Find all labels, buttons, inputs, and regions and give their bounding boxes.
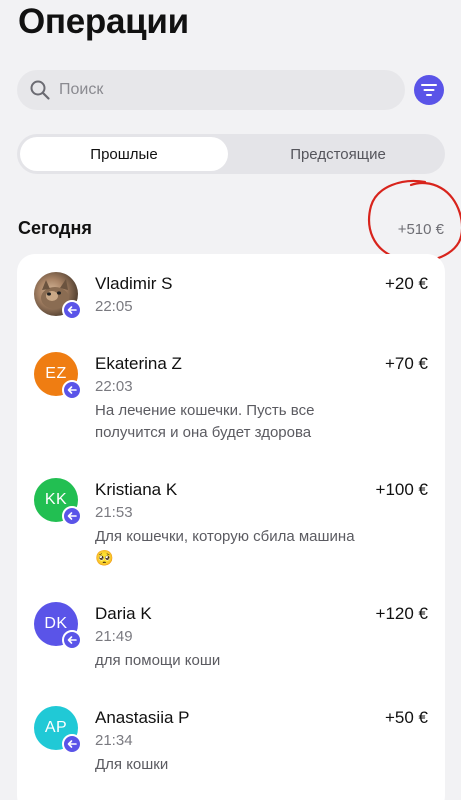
page-title: Операции bbox=[18, 2, 189, 41]
transaction-comment: Для кошки bbox=[95, 756, 169, 773]
arrow-left-icon bbox=[67, 386, 77, 394]
tab-upcoming[interactable]: Предстоящие bbox=[234, 137, 442, 171]
tab-past[interactable]: Прошлые bbox=[20, 137, 228, 171]
arrow-left-icon bbox=[67, 512, 77, 520]
transaction-comment: На лечение кошечки. Пусть все получится … bbox=[95, 402, 315, 441]
arrow-left-icon bbox=[67, 740, 77, 748]
search-box[interactable] bbox=[17, 70, 405, 110]
filter-icon bbox=[421, 84, 437, 96]
search-input[interactable] bbox=[59, 81, 359, 99]
transaction-amount: +70 € bbox=[384, 354, 428, 373]
transaction-time: 22:05 bbox=[95, 298, 133, 315]
arrow-left-icon bbox=[67, 306, 77, 314]
section-total: +510 € bbox=[397, 221, 444, 238]
transaction-time: 22:03 bbox=[95, 378, 133, 395]
incoming-badge bbox=[62, 300, 82, 320]
transaction-amount: +50 € bbox=[384, 708, 428, 727]
transaction-name: Kristiana K bbox=[95, 480, 178, 499]
transaction-time: 21:34 bbox=[95, 732, 133, 749]
arrow-left-icon bbox=[67, 636, 77, 644]
incoming-badge bbox=[62, 380, 82, 400]
transaction-name: Vladimir S bbox=[95, 274, 173, 293]
transaction-time: 21:53 bbox=[95, 504, 133, 521]
transaction-name: Daria K bbox=[95, 604, 152, 623]
incoming-badge bbox=[62, 734, 82, 754]
transaction-comment: для помощи коши bbox=[95, 652, 221, 669]
incoming-badge bbox=[62, 630, 82, 650]
transaction-amount: +120 € bbox=[375, 604, 428, 623]
transaction-amount: +100 € bbox=[375, 480, 428, 499]
transactions-card: Vladimir S 22:05 +20 € EZ Ekaterina Z 22… bbox=[17, 254, 445, 800]
incoming-badge bbox=[62, 506, 82, 526]
transaction-name: Anastasiia P bbox=[95, 708, 190, 727]
transaction-name: Ekaterina Z bbox=[95, 354, 182, 373]
transaction-comment: Для кошечки, которую сбила машина 🥺 bbox=[95, 528, 355, 567]
transaction-amount: +20 € bbox=[384, 274, 428, 293]
transaction-time: 21:49 bbox=[95, 628, 133, 645]
section-title: Сегодня bbox=[18, 218, 92, 238]
search-icon bbox=[30, 80, 50, 100]
operations-tabs: Прошлые Предстоящие bbox=[17, 134, 445, 174]
search-row bbox=[17, 70, 445, 110]
filter-button[interactable] bbox=[414, 75, 444, 105]
